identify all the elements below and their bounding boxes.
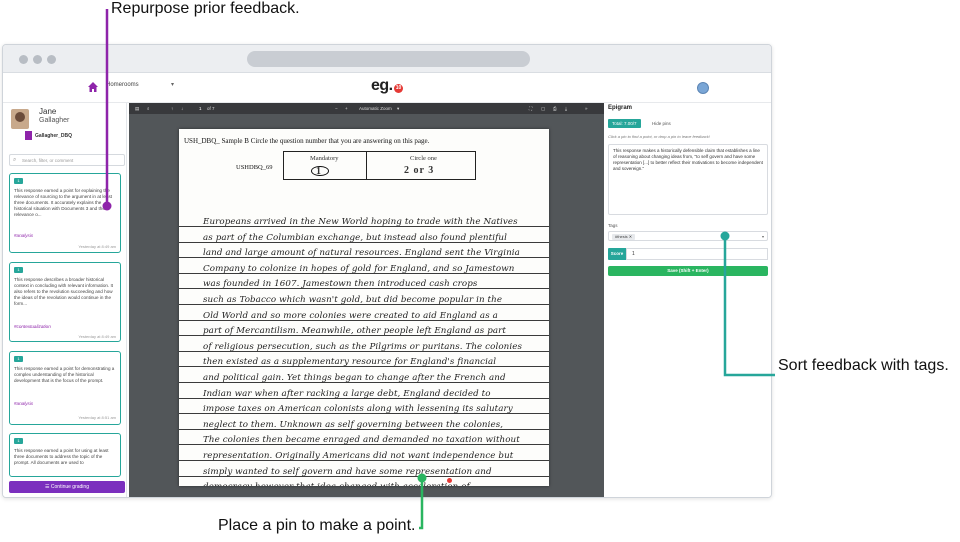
purple-connector-dot — [102, 201, 112, 211]
green-connector — [419, 480, 424, 530]
callout-connectors — [102, 9, 775, 530]
teal-connector-dot — [720, 231, 730, 241]
teal-connector — [723, 236, 775, 377]
green-connector-dot — [417, 473, 427, 483]
